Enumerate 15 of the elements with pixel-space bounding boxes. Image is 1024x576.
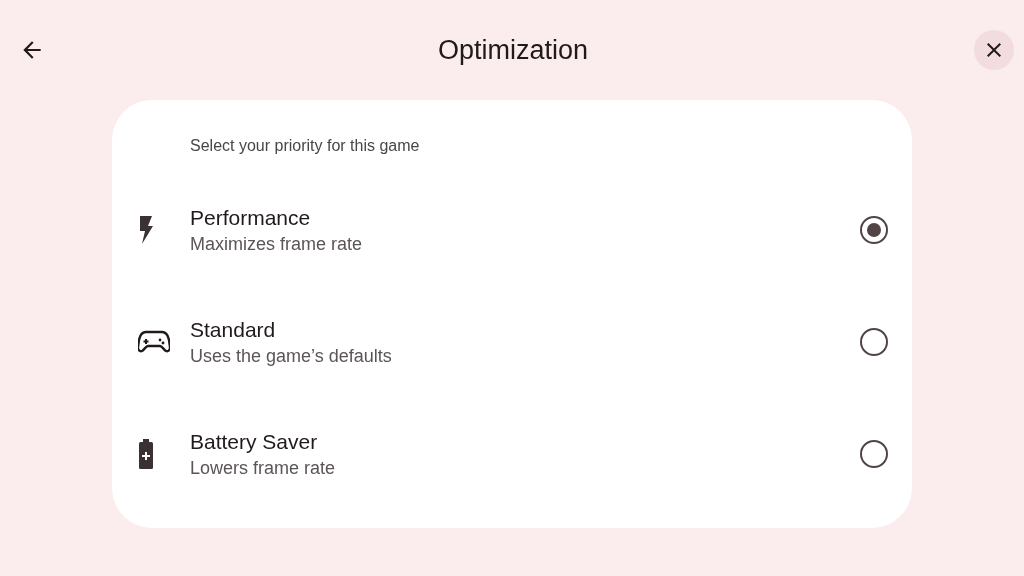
lightning-bolt-icon	[138, 216, 154, 244]
option-label: Standard	[190, 316, 276, 343]
option-label: Battery Saver	[190, 428, 318, 455]
option-description: Lowers frame rate	[190, 457, 336, 481]
option-description: Maximizes frame rate	[190, 233, 363, 257]
radio-button[interactable]	[860, 216, 888, 244]
gamepad-icon	[138, 330, 170, 354]
radio-button[interactable]	[860, 440, 888, 468]
battery-icon	[138, 439, 154, 469]
option-label: Performance	[190, 204, 311, 231]
page-title: Optimization	[437, 33, 589, 67]
radio-button[interactable]	[860, 328, 888, 356]
section-heading: Select your priority for this game	[190, 136, 421, 156]
option-description: Uses the game’s defaults	[190, 345, 392, 369]
close-button[interactable]	[974, 30, 1014, 70]
